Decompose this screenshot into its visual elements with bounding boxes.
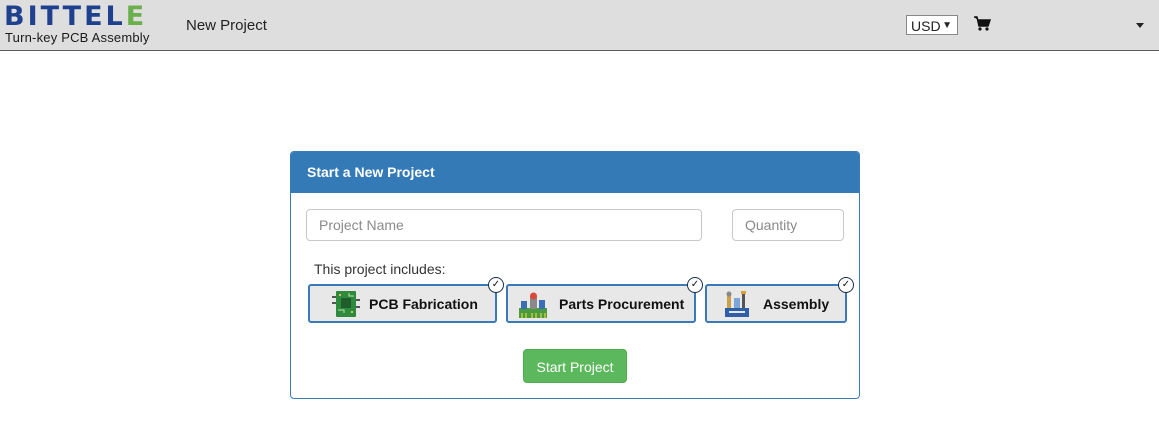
currency-select[interactable]: USD ▼	[906, 15, 958, 35]
option-label: PCB Fabrication	[369, 296, 478, 312]
cart-icon[interactable]	[974, 16, 992, 32]
option-assembly[interactable]: Assembly ✓	[705, 277, 854, 323]
top-navbar: BITTELE Turn-key PCB Assembly New Projec…	[0, 0, 1159, 51]
quantity-input[interactable]	[732, 209, 844, 241]
option-parts-procurement[interactable]: Parts Procurement ✓	[506, 277, 703, 323]
panel-title: Start a New Project	[291, 152, 859, 193]
option-label: Parts Procurement	[559, 296, 685, 312]
parts-icon	[519, 292, 547, 318]
option-pcb-fabrication[interactable]: PCB Fabrication ✓	[308, 277, 504, 323]
bittele-logo[interactable]: BITTELE Turn-key PCB Assembly	[4, 2, 164, 48]
checkmark-icon: ✓	[488, 277, 504, 293]
caret-down-icon[interactable]	[1136, 23, 1144, 28]
includes-label: This project includes:	[314, 261, 446, 277]
start-project-button[interactable]: Start Project	[523, 349, 627, 383]
checkmark-icon: ✓	[687, 277, 703, 293]
project-name-input[interactable]	[306, 209, 702, 241]
checkmark-icon: ✓	[838, 277, 854, 293]
logo-wordmark: BITTELE	[4, 1, 148, 32]
logo-tagline: Turn-key PCB Assembly	[5, 30, 150, 45]
option-label: Assembly	[763, 296, 830, 312]
dropdown-arrow-icon: ▼	[942, 20, 952, 31]
assembly-icon	[725, 291, 749, 317]
new-project-panel: Start a New Project This project include…	[290, 151, 860, 399]
currency-value: USD	[911, 18, 941, 34]
pcb-icon	[332, 291, 360, 317]
page-title[interactable]: New Project	[186, 17, 267, 34]
